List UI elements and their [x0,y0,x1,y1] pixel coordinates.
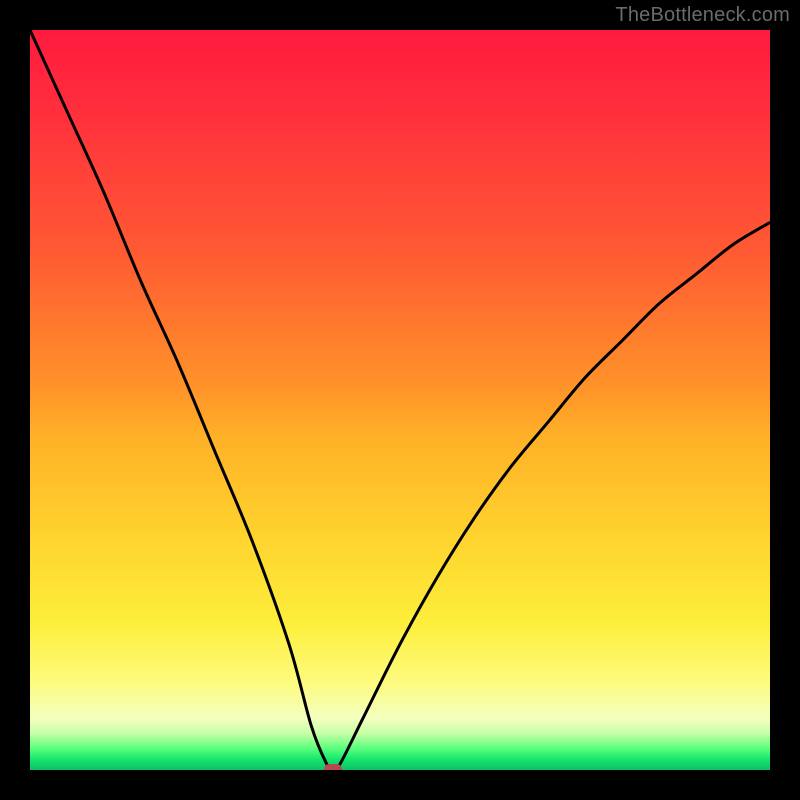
curve-path [30,30,770,770]
plot-area [30,30,770,770]
bottleneck-curve [30,30,770,770]
watermark-label: TheBottleneck.com [615,4,790,27]
chart-stage: TheBottleneck.com [0,0,800,800]
minimum-marker [324,764,342,770]
